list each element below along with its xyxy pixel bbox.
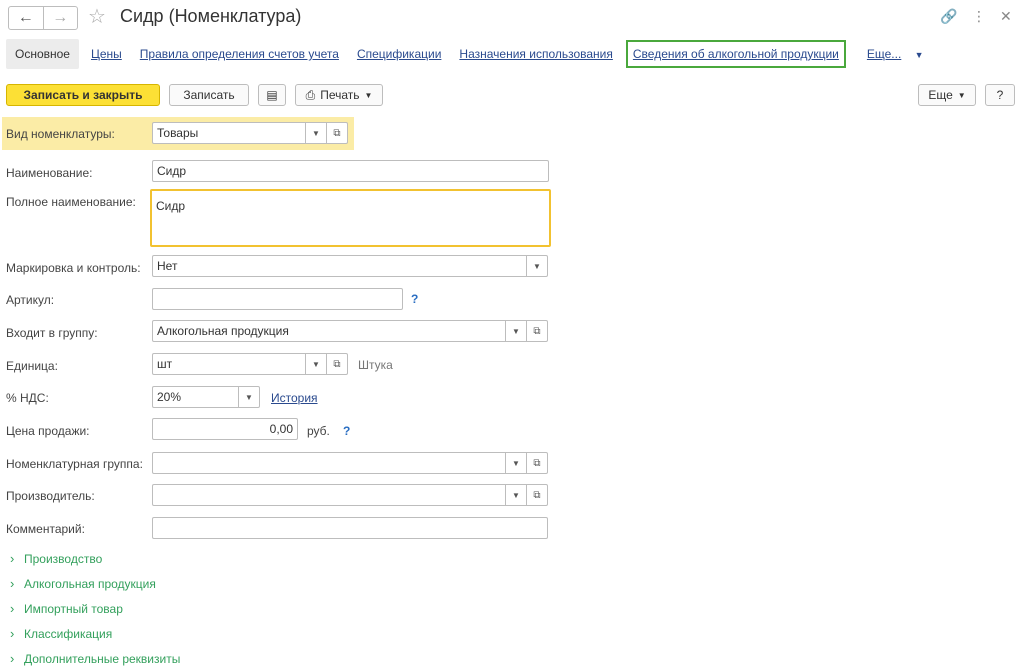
price-help-icon[interactable]: ? — [343, 424, 350, 438]
vat-value: 20% — [157, 390, 182, 404]
fullname-label: Полное наименование: — [6, 195, 136, 209]
chevron-right-icon: › — [10, 576, 15, 591]
group-classification[interactable]: › Классификация — [10, 626, 112, 641]
favorite-star-icon[interactable]: ☆ — [88, 4, 106, 29]
price-currency: руб. — [307, 424, 330, 438]
dropdown-icon[interactable]: ▼ — [526, 256, 547, 276]
kind-label: Вид номенклатуры: — [6, 127, 115, 141]
tab-more[interactable]: Еще... ▼ — [867, 47, 924, 61]
print-label: Печать — [320, 88, 360, 102]
open-icon[interactable]: ⧉ — [326, 123, 347, 143]
name-label: Наименование: — [6, 166, 93, 180]
more-button[interactable]: Еще ▼ — [918, 84, 976, 106]
save-button[interactable]: Записать — [169, 84, 249, 106]
nomgroup-label: Номенклатурная группа: — [6, 457, 143, 471]
group-label: Дополнительные реквизиты — [24, 651, 181, 666]
group-label: Импортный товар — [24, 601, 123, 616]
comment-label: Комментарий: — [6, 522, 85, 536]
open-icon[interactable]: ⧉ — [526, 485, 547, 505]
window-title: Сидр (Номенклатура) — [120, 6, 302, 26]
price-field[interactable]: 0,00 — [152, 418, 298, 440]
marking-value: Нет — [157, 259, 178, 273]
article-label: Артикул: — [6, 293, 55, 307]
marking-field[interactable]: Нет ▼ — [152, 255, 548, 277]
dropdown-icon[interactable]: ▼ — [305, 123, 326, 143]
vat-label: % НДС: — [6, 391, 49, 405]
tab-main[interactable]: Основное — [6, 39, 79, 69]
chevron-down-icon: ▼ — [957, 90, 966, 100]
open-icon[interactable]: ⧉ — [326, 354, 347, 374]
tab-specifications[interactable]: Спецификации — [357, 47, 441, 61]
back-arrow-icon[interactable]: ← — [9, 7, 44, 29]
document-icon[interactable]: ▤ — [258, 84, 286, 106]
name-field[interactable]: Сидр — [152, 160, 549, 182]
dropdown-icon[interactable]: ▼ — [505, 485, 526, 505]
fullname-value: Сидр — [156, 199, 186, 213]
unit-field[interactable]: шт ▼ ⧉ — [152, 353, 348, 375]
more-label: Еще — [928, 88, 953, 102]
save-and-close-button[interactable]: Записать и закрыть — [6, 84, 160, 106]
group-import[interactable]: › Импортный товар — [10, 601, 123, 616]
producer-field[interactable]: ▼ ⧉ — [152, 484, 548, 506]
group-label: Классификация — [24, 626, 113, 641]
open-icon[interactable]: ⧉ — [526, 453, 547, 473]
vat-history-link[interactable]: История — [271, 391, 318, 405]
link-icon[interactable]: 🔗 — [940, 8, 957, 25]
chevron-right-icon: › — [10, 551, 15, 566]
name-value: Сидр — [157, 164, 187, 178]
article-field[interactable] — [152, 288, 403, 310]
vat-field[interactable]: 20% ▼ — [152, 386, 260, 408]
printer-icon: ⎙ — [305, 87, 316, 102]
group-production[interactable]: › Производство — [10, 551, 102, 566]
unit-value: шт — [157, 357, 173, 371]
dropdown-icon[interactable]: ▼ — [305, 354, 326, 374]
comment-field[interactable] — [152, 517, 548, 539]
kind-field[interactable]: Товары ▼ ⧉ — [152, 122, 348, 144]
dropdown-icon[interactable]: ▼ — [505, 453, 526, 473]
dropdown-icon[interactable]: ▼ — [238, 387, 259, 407]
forward-arrow-icon[interactable]: → — [44, 7, 78, 29]
more-vert-icon[interactable]: ⋮ — [972, 8, 986, 25]
chevron-right-icon: › — [10, 626, 15, 641]
chevron-down-icon: ▼ — [364, 90, 373, 100]
help-button[interactable]: ? — [985, 84, 1015, 106]
nomgroup-field[interactable]: ▼ ⧉ — [152, 452, 548, 474]
open-icon[interactable]: ⧉ — [526, 321, 547, 341]
price-value: 0,00 — [269, 422, 293, 436]
tab-bar: Основное Цены Правила определения счетов… — [6, 38, 942, 70]
fullname-field[interactable]: Сидр — [150, 189, 551, 247]
group-label: Входит в группу: — [6, 326, 98, 340]
price-label: Цена продажи: — [6, 424, 90, 438]
producer-label: Производитель: — [6, 489, 95, 503]
group-field[interactable]: Алкогольная продукция ▼ ⧉ — [152, 320, 548, 342]
article-help-icon[interactable]: ? — [411, 292, 418, 306]
tab-prices[interactable]: Цены — [91, 47, 122, 61]
kind-value: Товары — [157, 126, 199, 140]
unit-label: Единица: — [6, 359, 58, 373]
tab-alcohol-info[interactable]: Сведения об алкогольной продукции — [625, 40, 846, 68]
chevron-down-icon: ▼ — [914, 50, 924, 60]
group-value: Алкогольная продукция — [157, 324, 289, 338]
tab-usage[interactable]: Назначения использования — [459, 47, 612, 61]
group-additional[interactable]: › Дополнительные реквизиты — [10, 651, 180, 666]
unit-name: Штука — [358, 358, 393, 372]
group-label: Алкогольная продукция — [24, 576, 156, 591]
close-icon[interactable]: ✕ — [1000, 8, 1012, 25]
group-alcohol[interactable]: › Алкогольная продукция — [10, 576, 156, 591]
marking-label: Маркировка и контроль: — [6, 261, 141, 275]
nav-buttons: ← → — [8, 6, 78, 30]
dropdown-icon[interactable]: ▼ — [505, 321, 526, 341]
group-label: Производство — [24, 551, 103, 566]
tab-account-rules[interactable]: Правила определения счетов учета — [140, 47, 339, 61]
chevron-right-icon: › — [10, 601, 15, 616]
tab-more-label: Еще... — [866, 47, 902, 61]
chevron-right-icon: › — [10, 651, 15, 666]
print-button[interactable]: ⎙ Печать ▼ — [295, 84, 383, 106]
